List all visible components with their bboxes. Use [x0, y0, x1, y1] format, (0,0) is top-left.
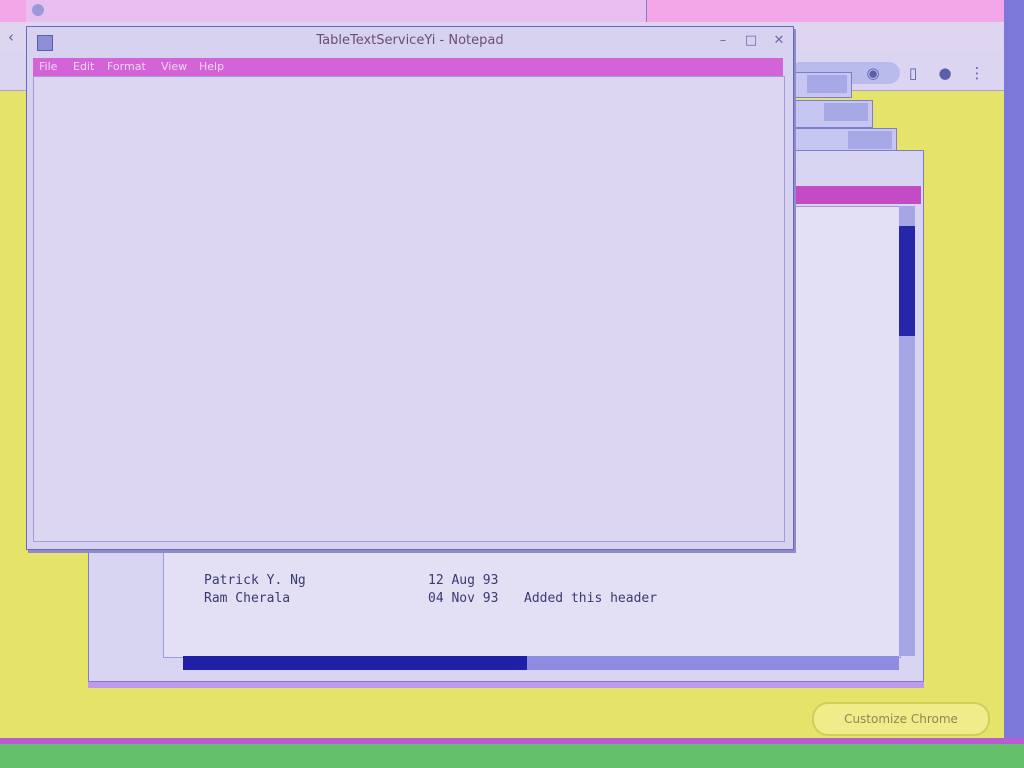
cascade-window-fragments — [95, 546, 163, 646]
cascade-caption-buttons[interactable] — [807, 75, 847, 93]
menu-icon[interactable]: ⋮ — [966, 62, 988, 84]
window-title: TableTextServiceYi - Notepad — [316, 33, 504, 48]
close-icon[interactable]: ✕ — [767, 29, 791, 53]
revision-date: 12 Aug 93 — [428, 573, 499, 588]
scrollbar-thumb[interactable] — [183, 656, 527, 670]
menu-bar: File Edit Format View Help — [33, 58, 783, 76]
notepad-window[interactable]: TableTextServiceYi - Notepad – □ ✕ File … — [26, 26, 794, 550]
tab-favicon-icon — [32, 4, 44, 16]
revision-date: 04 Nov 93 — [428, 591, 499, 606]
taskbar — [0, 738, 1024, 768]
taskbar-stripe — [0, 738, 1024, 744]
sidebar-icon[interactable]: ▯ — [902, 62, 924, 84]
menu-view[interactable]: View — [161, 60, 187, 73]
tab-title — [226, 1, 506, 19]
cascade-window[interactable] — [795, 100, 873, 128]
title-bar[interactable]: TableTextServiceYi - Notepad – □ ✕ — [27, 27, 793, 57]
scrollbar-thumb[interactable] — [899, 226, 915, 336]
cascade-caption-buttons[interactable] — [848, 131, 892, 149]
cascade-window[interactable] — [790, 72, 852, 98]
back-window-menubar[interactable] — [789, 186, 921, 204]
menu-format[interactable]: Format — [107, 60, 146, 73]
window-edge — [1004, 0, 1024, 768]
minimize-icon[interactable]: – — [711, 29, 735, 53]
author-name: Ram Cherala — [204, 591, 291, 606]
back-icon[interactable]: ‹ — [0, 26, 22, 48]
notepad-text-area[interactable] — [33, 76, 785, 542]
cascade-caption-buttons[interactable] — [824, 103, 868, 121]
author-name: Patrick Y. Ng — [204, 573, 306, 588]
browser-tab[interactable] — [26, 0, 647, 22]
menu-help[interactable]: Help — [199, 60, 224, 73]
menu-file[interactable]: File — [39, 60, 57, 73]
extension-icon[interactable]: ◉ — [862, 62, 884, 84]
maximize-icon[interactable]: □ — [739, 29, 763, 53]
customize-chrome-button[interactable]: Customize Chrome — [812, 702, 990, 736]
menu-edit[interactable]: Edit — [73, 60, 94, 73]
horizontal-scrollbar[interactable] — [183, 656, 899, 670]
revision-note: Added this header — [524, 591, 658, 606]
vertical-scrollbar[interactable] — [899, 206, 915, 656]
profile-icon[interactable]: ● — [934, 62, 956, 84]
tab-strip — [0, 0, 1010, 23]
